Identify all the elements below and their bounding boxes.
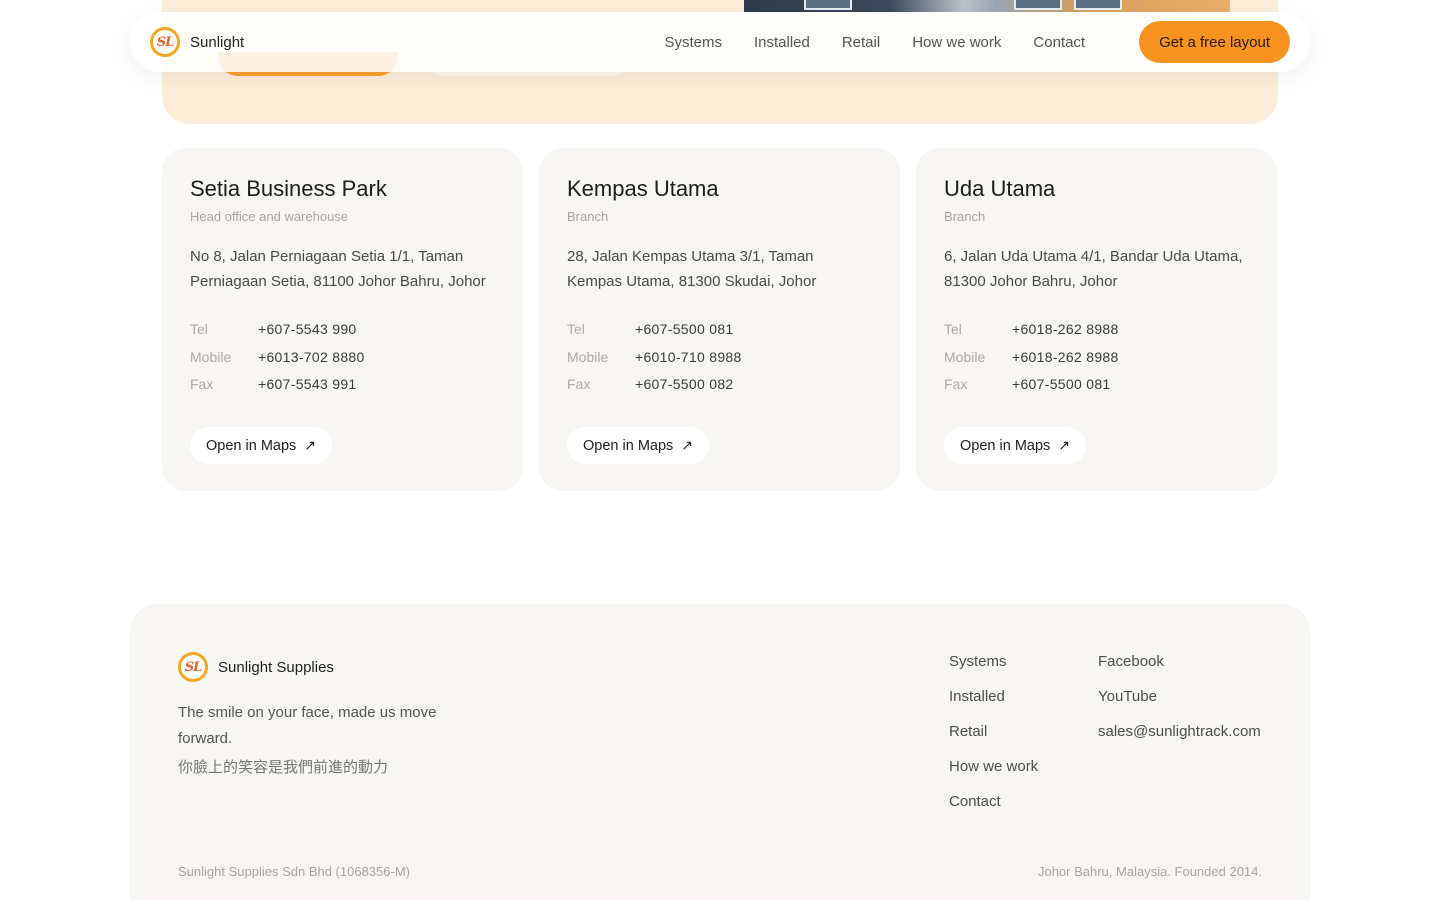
branch-address: 6, Jalan Uda Utama 4/1, Bandar Uda Utama… — [944, 248, 1243, 290]
contact-label: Tel — [944, 321, 962, 337]
contact-row-mobile: Mobile +6013-702 8880 — [190, 344, 495, 372]
site-footer: SL Sunlight Supplies The smile on your f… — [130, 604, 1310, 900]
brand-name: Sunlight — [190, 33, 245, 51]
footer-link-retail[interactable]: Retail — [949, 722, 1038, 741]
footer-link-email[interactable]: sales@sunlightrack.com — [1098, 722, 1261, 741]
maps-button-label: Open in Maps — [960, 437, 1051, 454]
contact-label: Fax — [567, 376, 591, 392]
footer-legal: Sunlight Supplies Sdn Bhd (1068356-M) — [178, 864, 410, 879]
branch-cards: Setia Business Park Head office and ware… — [162, 148, 1278, 491]
branch-type: Branch — [567, 209, 609, 224]
hero-photo — [744, 0, 1230, 12]
footer-tagline: The smile on your face, made us move for… — [178, 704, 437, 747]
sunlight-logo-icon: SL — [178, 652, 208, 682]
contact-value[interactable]: +6018-262 8988 — [1012, 344, 1119, 372]
nav-link-retail[interactable]: Retail — [842, 34, 880, 51]
contact-row-tel: Tel +6018-262 8988 — [944, 316, 1249, 344]
contact-row-tel: Tel +607-5500 081 — [567, 316, 872, 344]
open-in-maps-button[interactable]: Open in Maps ↗ — [567, 427, 710, 464]
footer-link-installed[interactable]: Installed — [949, 687, 1038, 706]
footer-brand[interactable]: SL Sunlight Supplies — [178, 652, 334, 682]
nav-links: Systems Installed Retail How we work Con… — [664, 34, 1085, 51]
nav-brand[interactable]: SL Sunlight — [150, 27, 244, 57]
contact-value[interactable]: +6010-710 8988 — [635, 344, 742, 372]
contact-value: +607-5500 081 — [1012, 376, 1111, 392]
branch-address: 28, Jalan Kempas Utama 3/1, Taman Kempas… — [567, 248, 817, 290]
contact-row-mobile: Mobile +6010-710 8988 — [567, 344, 872, 372]
contact-value[interactable]: +6013-702 8880 — [258, 344, 365, 372]
contact-row-tel: Tel +607-5543 990 — [190, 316, 495, 344]
contact-label: Mobile — [944, 348, 986, 365]
hero-photo-window — [1074, 0, 1122, 10]
branch-type: Head office and warehouse — [190, 209, 349, 224]
open-in-maps-button[interactable]: Open in Maps ↗ — [190, 427, 333, 464]
open-in-maps-button[interactable]: Open in Maps ↗ — [944, 427, 1087, 464]
contact-label: Fax — [944, 376, 968, 392]
contact-label: Tel — [190, 321, 208, 337]
get-free-layout-button[interactable]: Get a free layout — [1139, 21, 1290, 63]
contact-row-fax: Fax +607-5500 081 — [944, 371, 1249, 399]
branch-address: No 8, Jalan Perniagaan Setia 1/1, Taman … — [190, 248, 486, 290]
contact-value: +607-5543 991 — [258, 376, 357, 392]
branch-card: Setia Business Park Head office and ware… — [162, 148, 523, 491]
footer-link-youtube[interactable]: YouTube — [1098, 687, 1261, 706]
hero-photo-window — [804, 0, 852, 10]
arrow-up-right-icon: ↗ — [304, 437, 317, 453]
contact-row-mobile: Mobile +6018-262 8988 — [944, 344, 1249, 372]
footer-link-how-we-work[interactable]: How we work — [949, 757, 1038, 776]
maps-button-label: Open in Maps — [206, 437, 297, 454]
contact-label: Tel — [567, 321, 585, 337]
contact-row-fax: Fax +607-5543 991 — [190, 371, 495, 399]
nav-link-systems[interactable]: Systems — [664, 34, 722, 51]
contact-row-fax: Fax +607-5500 082 — [567, 371, 872, 399]
footer-nav-links: Systems Installed Retail How we work Con… — [949, 652, 1038, 811]
nav-link-how-we-work[interactable]: How we work — [912, 34, 1001, 51]
contact-value[interactable]: +607-5500 081 — [635, 316, 734, 344]
top-nav: SL Sunlight Systems Installed Retail How… — [130, 12, 1310, 72]
arrow-up-right-icon: ↗ — [681, 437, 694, 453]
branch-name: Kempas Utama — [567, 176, 719, 201]
hero-photo-window — [1014, 0, 1062, 10]
branch-contacts: Tel +607-5543 990 Mobile +6013-702 8880 Fa… — [190, 316, 495, 399]
contact-value[interactable]: +6018-262 8988 — [1012, 316, 1119, 344]
contact-label: Fax — [190, 376, 214, 392]
branch-contacts: Tel +6018-262 8988 Mobile +6018-262 8988 F… — [944, 316, 1249, 399]
branch-name: Setia Business Park — [190, 176, 387, 201]
branch-type: Branch — [944, 209, 986, 224]
branch-name: Uda Utama — [944, 176, 1056, 201]
nav-link-contact[interactable]: Contact — [1033, 34, 1085, 51]
arrow-up-right-icon: ↗ — [1058, 437, 1071, 453]
contact-value[interactable]: +607-5543 990 — [258, 316, 357, 344]
branch-contacts: Tel +607-5500 081 Mobile +6010-710 8988 Fa… — [567, 316, 872, 399]
footer-tagline-chinese: 你臉上的笑容是我們前進的動力 — [178, 758, 389, 776]
footer-social-links: Facebook YouTube sales@sunlightrack.com — [1098, 652, 1261, 741]
branch-card: Kempas Utama Branch 28, Jalan Kempas Uta… — [539, 148, 900, 491]
footer-link-facebook[interactable]: Facebook — [1098, 652, 1261, 671]
footer-link-contact[interactable]: Contact — [949, 792, 1038, 811]
sunlight-logo-icon: SL — [150, 27, 180, 57]
nav-link-installed[interactable]: Installed — [754, 34, 810, 51]
maps-button-label: Open in Maps — [583, 437, 674, 454]
branch-card: Uda Utama Branch 6, Jalan Uda Utama 4/1,… — [916, 148, 1277, 491]
contact-label: Mobile — [190, 348, 232, 365]
contact-label: Mobile — [567, 348, 609, 365]
footer-founded: Johor Bahru, Malaysia. Founded 2014. — [1037, 864, 1262, 879]
footer-link-systems[interactable]: Systems — [949, 652, 1038, 671]
contact-value: +607-5500 082 — [635, 376, 734, 392]
footer-brand-name: Sunlight Supplies — [218, 658, 334, 676]
